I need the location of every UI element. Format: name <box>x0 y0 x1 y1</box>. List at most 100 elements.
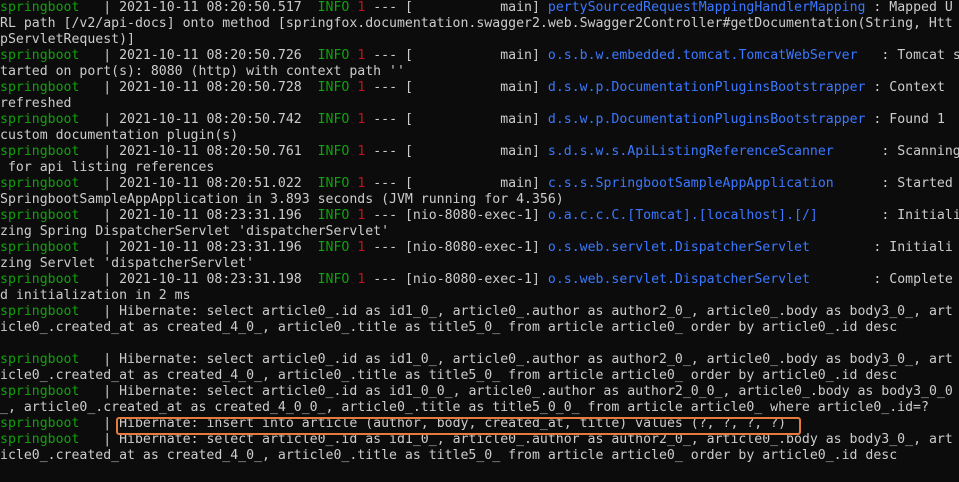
log-line: zing Spring DispatcherServlet 'dispatche… <box>0 224 389 240</box>
continuation-text: icle0_.created_at as created_4_0_, artic… <box>0 320 898 335</box>
log-line: SpringbootSampleAppApplication in 3.893 … <box>0 192 564 208</box>
separator: | <box>79 80 120 95</box>
log-level: INFO <box>301 112 350 127</box>
timestamp: 2021-10-11 08:20:50.742 <box>119 112 302 127</box>
logger-name: pertySourcedRequestMappingHandlerMapping <box>547 0 866 15</box>
logger-name: o.s.web.servlet.DispatcherServlet <box>547 240 810 255</box>
continuation-text: d initialization in 2 ms <box>0 288 191 303</box>
log-line: springboot | 2021-10-11 08:20:50.517 INF… <box>0 0 953 16</box>
log-line: custom documentation plugin(s) <box>0 128 238 144</box>
continuation-text: icle0_.created_at as created_4_0_, artic… <box>0 368 898 383</box>
log-level: INFO <box>301 272 350 287</box>
timestamp: 2021-10-11 08:20:50.517 <box>119 0 302 15</box>
service-name: springboot <box>0 80 80 95</box>
log-line: pServletRequest)] <box>0 32 135 48</box>
service-name: springboot <box>0 432 80 447</box>
timestamp: 2021-10-11 08:23:31.196 <box>119 208 302 223</box>
log-line: tarted on port(s): 8080 (http) with cont… <box>0 64 405 80</box>
service-name: springboot <box>0 208 80 223</box>
separator: | <box>79 208 120 223</box>
service-name: springboot <box>0 416 80 431</box>
dash-separator: --- [ <box>365 272 413 287</box>
separator: | <box>79 384 120 399</box>
dash-separator: --- [ <box>365 208 413 223</box>
continuation-text: SpringbootSampleAppApplication in 3.893 … <box>0 192 564 207</box>
process-id: 1 <box>349 80 366 95</box>
log-message: : Found 1 <box>865 112 945 127</box>
service-name: springboot <box>0 240 80 255</box>
thread-name: main] <box>412 112 548 127</box>
separator: | <box>79 144 120 159</box>
continuation-text: _, article0_.created_at as created_4_0_0… <box>0 400 929 415</box>
log-line: zing Servlet 'dispatcherServlet' <box>0 256 254 272</box>
continuation-text: refreshed <box>0 96 72 111</box>
separator: | <box>79 352 120 367</box>
process-id: 1 <box>349 176 366 191</box>
dash-separator: --- [ <box>365 48 413 63</box>
log-line: springboot | Hibernate: insert into arti… <box>0 416 786 432</box>
process-id: 1 <box>349 144 366 159</box>
log-line: springboot | 2021-10-11 08:20:51.022 INF… <box>0 176 953 192</box>
service-name: springboot <box>0 112 80 127</box>
log-line: icle0_.created_at as created_4_0_, artic… <box>0 448 897 464</box>
log-message: : Scanning <box>833 144 959 159</box>
log-line: springboot | 2021-10-11 08:20:50.742 INF… <box>0 112 945 128</box>
log-line: springboot | Hibernate: select article0_… <box>0 384 953 400</box>
log-message: Hibernate: select article0_.id as id1_0_… <box>119 384 953 399</box>
continuation-text: for api listing references <box>0 160 215 175</box>
log-line: springboot | 2021-10-11 08:20:50.728 INF… <box>0 80 945 96</box>
log-line: springboot | Hibernate: select article0_… <box>0 352 953 368</box>
separator: | <box>79 240 120 255</box>
process-id: 1 <box>349 48 366 63</box>
dash-separator: --- [ <box>365 0 413 15</box>
log-level: INFO <box>301 80 350 95</box>
log-line: RL path [/v2/api-docs] onto method [spri… <box>0 16 953 32</box>
log-level: INFO <box>301 208 350 223</box>
logger-name: o.s.web.servlet.DispatcherServlet <box>547 272 810 287</box>
service-name: springboot <box>0 144 80 159</box>
log-message: : Context <box>865 80 945 95</box>
log-level: INFO <box>301 240 350 255</box>
dash-separator: --- [ <box>365 80 413 95</box>
separator: | <box>79 176 120 191</box>
log-level: INFO <box>301 0 350 15</box>
separator: | <box>79 272 120 287</box>
timestamp: 2021-10-11 08:20:50.728 <box>119 80 302 95</box>
separator: | <box>79 0 120 15</box>
log-message: : Complete <box>809 272 953 287</box>
process-id: 1 <box>349 0 366 15</box>
separator: | <box>79 432 120 447</box>
log-message: Hibernate: select article0_.id as id1_0_… <box>119 432 953 447</box>
terminal-output: springboot | 2021-10-11 08:20:50.517 INF… <box>0 0 959 482</box>
separator: | <box>79 112 120 127</box>
process-id: 1 <box>349 112 366 127</box>
log-level: INFO <box>301 48 350 63</box>
timestamp: 2021-10-11 08:20:51.022 <box>119 176 302 191</box>
log-message: Hibernate: insert into article (author, … <box>119 416 787 431</box>
continuation-text: icle0_.created_at as created_4_0_, artic… <box>0 448 898 463</box>
log-line: springboot | Hibernate: select article0_… <box>0 304 953 320</box>
service-name: springboot <box>0 384 80 399</box>
timestamp: 2021-10-11 08:23:31.198 <box>119 272 302 287</box>
continuation-text: zing Servlet 'dispatcherServlet' <box>0 256 255 271</box>
process-id: 1 <box>349 208 366 223</box>
logger-name: o.s.b.w.embedded.tomcat.TomcatWebServer <box>547 48 858 63</box>
logger-name: o.a.c.c.C.[Tomcat].[localhost].[/] <box>547 208 818 223</box>
log-message: Hibernate: select article0_.id as id1_0_… <box>119 304 953 319</box>
log-line: springboot | 2021-10-11 08:23:31.196 INF… <box>0 240 953 256</box>
continuation-text: zing Spring DispatcherServlet 'dispatche… <box>0 224 390 239</box>
log-line: icle0_.created_at as created_4_0_, artic… <box>0 320 897 336</box>
continuation-text: pServletRequest)] <box>0 32 135 47</box>
dash-separator: --- [ <box>365 112 413 127</box>
log-message: : Initiali <box>809 240 953 255</box>
thread-name: nio-8080-exec-1] <box>412 240 548 255</box>
timestamp: 2021-10-11 08:20:50.726 <box>119 48 302 63</box>
log-line: springboot | 2021-10-11 08:23:31.196 INF… <box>0 208 959 224</box>
log-line: for api listing references <box>0 160 214 176</box>
log-line: springboot | Hibernate: select article0_… <box>0 432 953 448</box>
thread-name: main] <box>412 48 548 63</box>
separator: | <box>79 416 120 431</box>
logger-name: d.s.w.p.DocumentationPluginsBootstrapper <box>547 112 866 127</box>
timestamp: 2021-10-11 08:23:31.196 <box>119 240 302 255</box>
thread-name: main] <box>412 0 548 15</box>
